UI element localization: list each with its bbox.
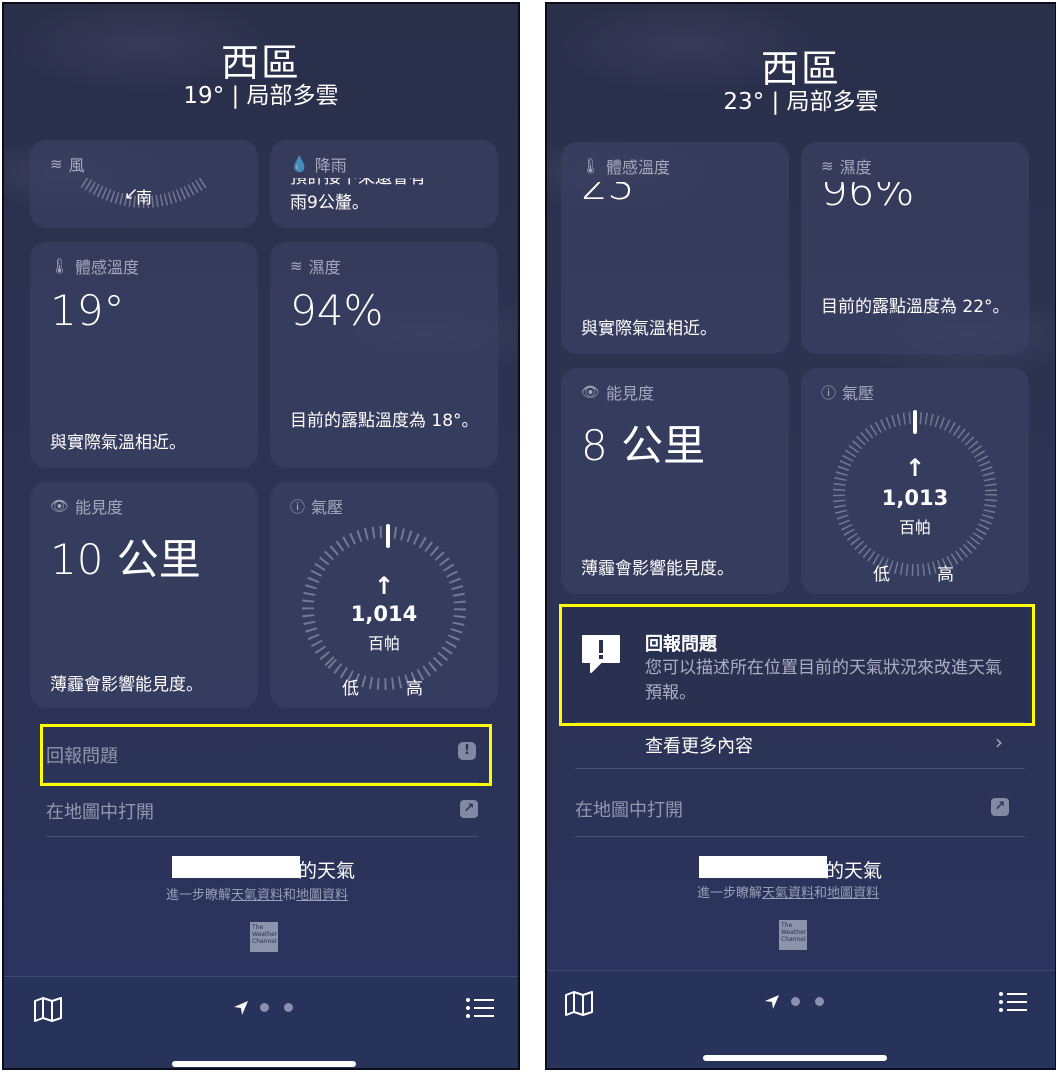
precipitation-card[interactable]: 💧 降雨 預計接下來還會有 雨9公釐。	[270, 140, 498, 228]
page-dot[interactable]	[284, 1003, 293, 1012]
open-external-icon[interactable]: ↗	[991, 798, 1009, 816]
eye-icon: 👁	[581, 383, 601, 401]
weather-data-link[interactable]: 天氣資料	[231, 888, 283, 903]
map-data-link[interactable]: 地圖資料	[827, 886, 879, 901]
wind-icon: ≋	[50, 155, 63, 173]
precipitation-note: 雨9公釐。	[290, 193, 369, 213]
divider	[575, 836, 1025, 837]
pressure-unit: 百帕	[367, 634, 400, 653]
location-arrow-icon[interactable]	[763, 993, 781, 1011]
map-data-link[interactable]: 地圖資料	[296, 888, 348, 903]
humidity-icon: ≋	[821, 157, 834, 175]
location-arrow-icon[interactable]	[232, 999, 250, 1017]
pressure-card-header: ⓘ 氣壓	[821, 383, 875, 404]
thermometer-icon: 🌡	[50, 257, 70, 275]
visibility-card[interactable]: 👁 能見度 10 公里 薄霾會影響能見度。	[30, 482, 258, 708]
list-icon[interactable]	[997, 989, 1029, 1015]
weather-of-label: 的天氣	[298, 860, 356, 882]
redacted-location	[699, 856, 827, 878]
humidity-note: 目前的露點溫度為 18°。	[290, 411, 479, 431]
humidity-card-header: ≋ 濕度	[290, 257, 341, 277]
page-dot[interactable]	[815, 997, 824, 1006]
weather-summary: 23° | 局部多雲	[723, 89, 879, 115]
list-icon[interactable]	[464, 995, 496, 1021]
gauge-icon: ⓘ	[290, 497, 306, 516]
pressure-trend-arrow: ↑	[904, 454, 926, 482]
bottom-tab-bar	[4, 976, 518, 1068]
see-more-link[interactable]: 查看更多內容	[645, 732, 753, 758]
humidity-value: 94%	[290, 286, 384, 335]
pressure-trend-arrow: ↑	[373, 572, 395, 600]
eye-icon: 👁	[50, 497, 70, 515]
weather-summary: 19° | 局部多雲	[183, 83, 339, 109]
weather-data-link[interactable]: 天氣資料	[762, 886, 814, 901]
map-icon[interactable]	[563, 989, 595, 1017]
precipitation-card-header: 💧 降雨	[290, 155, 347, 175]
weather-channel-logo: The Weather Channel	[779, 920, 807, 950]
wind-card[interactable]: ≋ 風 ↙ 南	[30, 140, 258, 228]
feels-like-card[interactable]: 🌡 體感溫度 19° 與實際氣溫相近。	[30, 242, 258, 468]
feels-like-card-header: 🌡 體感溫度	[581, 157, 671, 177]
open-in-map-link[interactable]: 在地圖中打開	[575, 796, 683, 822]
wind-card-header: ≋ 風	[50, 155, 85, 175]
visibility-card-header: 👁 能見度	[581, 383, 655, 403]
open-external-icon[interactable]: ↗	[460, 800, 478, 818]
feels-like-card[interactable]: 🌡 體感溫度 23° 與實際氣溫相近。	[561, 142, 789, 354]
visibility-value: 10 公里	[50, 535, 201, 584]
visibility-value: 8 公里	[581, 421, 706, 470]
home-indicator[interactable]	[172, 1061, 356, 1067]
pressure-low-label: 低	[873, 565, 890, 585]
divider	[46, 836, 478, 837]
phone-screen-right: 西區 23° | 局部多雲 🌡 體感溫度 23° 與實際氣溫相近。 ≋ 濕度 9…	[545, 2, 1056, 1070]
redacted-location	[172, 856, 300, 878]
weather-of-label: 的天氣	[825, 860, 883, 882]
page-dot[interactable]	[260, 1003, 269, 1012]
pressure-high-label: 高	[406, 679, 423, 699]
learn-more-text: 進一步瞭解天氣資料和地圖資料	[697, 886, 880, 901]
weather-channel-logo: The Weather Channel	[250, 922, 278, 952]
pressure-value: 1,014	[350, 602, 418, 626]
feels-like-card-header: 🌡 體感溫度	[50, 257, 140, 277]
pressure-value: 1,013	[881, 486, 949, 510]
pressure-card-header: ⓘ 氣壓	[290, 497, 344, 518]
thermometer-icon: 🌡	[581, 157, 601, 175]
map-icon[interactable]	[32, 995, 64, 1023]
gauge-icon: ⓘ	[821, 383, 837, 402]
open-in-map-link[interactable]: 在地圖中打開	[46, 798, 154, 824]
pressure-card[interactable]: ⓘ 氣壓 ↑ 1,014 百帕 低 高	[270, 482, 498, 708]
learn-more-text: 進一步瞭解天氣資料和地圖資料	[166, 888, 349, 903]
visibility-card-header: 👁 能見度	[50, 497, 124, 517]
bottom-tab-bar	[547, 970, 1055, 1067]
pressure-high-label: 高	[937, 565, 954, 585]
feels-like-note: 與實際氣溫相近。	[581, 319, 717, 339]
wind-direction-label: 南	[136, 188, 153, 207]
highlight-box	[559, 604, 1035, 726]
highlight-box	[40, 724, 492, 786]
feels-like-note: 與實際氣溫相近。	[50, 433, 186, 453]
raindrop-icon: 💧	[290, 155, 309, 173]
pressure-unit: 百帕	[898, 518, 931, 537]
visibility-note: 薄霾會影響能見度。	[581, 559, 734, 579]
visibility-card[interactable]: 👁 能見度 8 公里 薄霾會影響能見度。	[561, 368, 789, 594]
feels-like-value: 23°	[581, 182, 656, 209]
humidity-card-header: ≋ 濕度	[821, 157, 872, 177]
page-dot[interactable]	[791, 997, 800, 1006]
feels-like-value: 19°	[50, 286, 125, 335]
humidity-note: 目前的露點溫度為 22°。	[821, 297, 1010, 317]
pressure-low-label: 低	[342, 679, 359, 699]
visibility-note: 薄霾會影響能見度。	[50, 675, 203, 695]
humidity-card[interactable]: ≋ 濕度 96% 目前的露點溫度為 22°。	[801, 142, 1029, 354]
phone-screen-left: 西區 19° | 局部多雲 ≋ 風 ↙ 南 💧 降雨 預計接下來還會有 雨9公釐…	[2, 2, 520, 1070]
chevron-right-icon[interactable]: ›	[995, 730, 1003, 754]
pressure-card[interactable]: ⓘ 氣壓 ↑ 1,013 百帕 低 高	[801, 368, 1029, 594]
humidity-value: 96%	[821, 182, 915, 214]
precipitation-note-cut: 預計接下來還會有	[290, 178, 426, 188]
humidity-icon: ≋	[290, 257, 303, 275]
divider	[575, 768, 1025, 769]
humidity-card[interactable]: ≋ 濕度 94% 目前的露點溫度為 18°。	[270, 242, 498, 468]
home-indicator[interactable]	[703, 1055, 887, 1061]
